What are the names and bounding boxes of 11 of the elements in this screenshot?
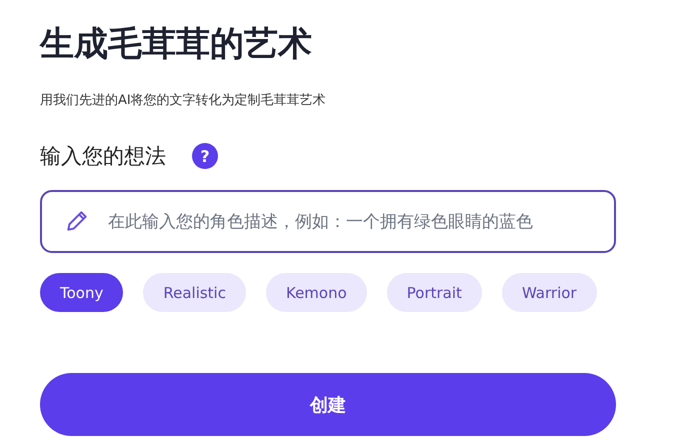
subtitle: 用我们先进的AI将您的文字转化为定制毛茸茸艺术 <box>40 92 327 110</box>
style-chip[interactable]: Kemono <box>266 273 367 312</box>
help-button[interactable]: ? <box>192 143 218 169</box>
page-title: 生成毛茸茸的艺术 <box>40 23 313 66</box>
style-chip[interactable]: Toony <box>40 273 124 312</box>
prompt-field[interactable]: 在此输入您的角色描述，例如：一个拥有绿色眼睛的蓝色 <box>40 190 616 253</box>
style-chip[interactable]: Portrait <box>386 273 482 312</box>
style-chip[interactable]: Realistic <box>143 273 246 312</box>
style-chip[interactable]: Warrior <box>502 273 597 312</box>
create-button[interactable]: 创建 <box>40 373 616 436</box>
prompt-label: 输入您的想法 <box>40 143 166 170</box>
